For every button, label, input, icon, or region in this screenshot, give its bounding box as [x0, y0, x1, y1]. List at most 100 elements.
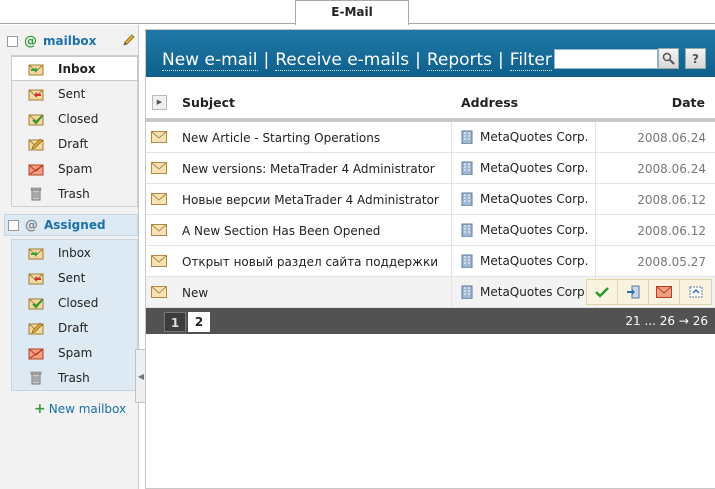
- move-message-button[interactable]: [618, 280, 649, 304]
- main-panel: New e-mail | Receive e-mails | Reports | Filte…: [145, 29, 715, 489]
- building-icon: [461, 254, 473, 268]
- tab-email[interactable]: E-Mail: [295, 0, 409, 25]
- mailbox-name: Assigned: [44, 218, 106, 232]
- table-row[interactable]: New Article - Starting Operations MetaQu…: [146, 122, 715, 153]
- building-icon: [461, 130, 473, 144]
- building-icon: [461, 285, 473, 299]
- search-icon: [662, 52, 675, 65]
- page-1-button[interactable]: 1: [164, 312, 186, 332]
- folder-closed[interactable]: Closed: [12, 106, 137, 131]
- draft-icon: [28, 322, 44, 334]
- tab-bar: E-Mail: [0, 0, 715, 25]
- closed-icon: [28, 298, 44, 309]
- folder-closed[interactable]: Closed: [12, 290, 137, 315]
- separator: |: [498, 50, 504, 70]
- envelope-icon: [151, 286, 167, 298]
- checkmark-icon: [595, 287, 609, 298]
- mailbox-header[interactable]: @ mailbox: [4, 30, 138, 52]
- inbox-icon: [28, 248, 44, 259]
- new-mailbox-link[interactable]: + New mailbox: [34, 401, 126, 417]
- envelope-icon: [151, 255, 167, 267]
- page-range: 21 ... 26 → 26: [625, 314, 708, 328]
- sidebar: @ mailbox Inbox Sent Closed Draft Spam T…: [0, 25, 139, 489]
- assign-icon: [689, 286, 702, 298]
- separator: |: [415, 50, 421, 70]
- message-list: New Article - Starting Operations MetaQu…: [146, 122, 715, 308]
- row-date: 2008.06.24: [637, 131, 706, 145]
- row-subject: Новые версии MetaTrader 4 Administrator: [182, 193, 439, 207]
- toolbar: New e-mail | Receive e-mails | Reports | Filte…: [146, 30, 715, 77]
- folder-draft[interactable]: Draft: [12, 131, 137, 156]
- table-row[interactable]: A New Section Has Been Opened MetaQuotes…: [146, 215, 715, 246]
- search-button[interactable]: [658, 48, 679, 69]
- row-date: 2008.05.27: [637, 255, 706, 269]
- trash-icon: [30, 187, 42, 200]
- table-row[interactable]: Новые версии MetaTrader 4 Administrator …: [146, 184, 715, 215]
- column-address[interactable]: Address: [461, 95, 518, 110]
- separator: |: [263, 50, 270, 70]
- envelope-icon: [151, 162, 167, 174]
- building-icon: [461, 192, 473, 206]
- inbox-icon: [28, 64, 44, 75]
- trash-icon: [30, 371, 42, 384]
- column-date[interactable]: Date: [672, 95, 705, 110]
- table-header: ▶ Subject Address Date: [146, 88, 715, 116]
- page-2-button[interactable]: 2: [188, 312, 210, 332]
- folder-spam[interactable]: Spam: [12, 156, 137, 181]
- row-address: MetaQuotes Corp.: [451, 246, 596, 276]
- help-button[interactable]: ?: [685, 48, 706, 69]
- folder-trash[interactable]: Trash: [12, 181, 137, 206]
- new-email-link[interactable]: New e-mail: [162, 50, 258, 71]
- table-row[interactable]: New versions: MetaTrader 4 Administrator…: [146, 153, 715, 184]
- draft-icon: [28, 138, 44, 150]
- mailbox-folders: Inbox Sent Closed Draft Spam Trash: [11, 55, 138, 207]
- chevron-left-icon: ◀: [137, 371, 145, 381]
- pencil-icon[interactable]: [122, 33, 136, 47]
- row-address: MetaQuotes Corp.: [451, 215, 596, 245]
- row-address: MetaQuotes Corp.: [451, 277, 596, 307]
- row-date: 2008.06.12: [637, 193, 706, 207]
- building-icon: [461, 161, 473, 175]
- row-address: MetaQuotes Corp.: [451, 122, 596, 152]
- closed-icon: [28, 114, 44, 125]
- envelope-icon: [151, 224, 167, 236]
- filter-link[interactable]: Filter: [509, 50, 552, 71]
- row-subject: Открыт новый раздел сайта поддержки: [182, 255, 438, 269]
- row-subject: New: [182, 286, 209, 300]
- folder-sent[interactable]: Sent: [12, 81, 137, 106]
- table-row[interactable]: Открыт новый раздел сайта поддержки Meta…: [146, 246, 715, 277]
- row-address: MetaQuotes Corp.: [451, 153, 596, 183]
- toolbar-links: New e-mail | Receive e-mails | Reports | Filte…: [162, 50, 552, 71]
- receive-emails-link[interactable]: Receive e-mails: [275, 50, 410, 71]
- row-actions: [586, 279, 712, 305]
- sent-icon: [28, 273, 44, 284]
- row-date: 2008.06.12: [637, 224, 706, 238]
- spam-message-button[interactable]: [649, 280, 680, 304]
- search-input[interactable]: [554, 49, 658, 69]
- row-subject: New versions: MetaTrader 4 Administrator: [182, 162, 435, 176]
- envelope-icon: [151, 193, 167, 205]
- row-subject: New Article - Starting Operations: [182, 131, 381, 145]
- folder-trash[interactable]: Trash: [12, 365, 137, 390]
- close-message-button[interactable]: [587, 280, 618, 304]
- assign-message-button[interactable]: [680, 280, 711, 304]
- collapse-toggle[interactable]: [7, 35, 18, 47]
- sent-icon: [28, 89, 44, 100]
- folder-sent[interactable]: Sent: [12, 265, 137, 290]
- table-row[interactable]: New MetaQuotes Corp.: [146, 277, 715, 308]
- reports-link[interactable]: Reports: [426, 50, 493, 71]
- folder-draft[interactable]: Draft: [12, 315, 137, 340]
- collapse-toggle[interactable]: [8, 219, 19, 231]
- folder-spam[interactable]: Spam: [12, 340, 137, 365]
- at-icon: @: [25, 217, 38, 233]
- expand-arrow-icon[interactable]: ▶: [152, 94, 167, 110]
- mailbox-header-assigned[interactable]: @ Assigned: [4, 214, 138, 236]
- row-date: 2008.06.24: [637, 162, 706, 176]
- folder-inbox[interactable]: Inbox: [12, 240, 137, 265]
- spam-icon: [656, 286, 672, 298]
- column-subject[interactable]: Subject: [182, 95, 235, 110]
- pagination: 1 2 21 ... 26 → 26: [146, 308, 715, 334]
- spam-icon: [28, 164, 44, 175]
- folder-inbox[interactable]: Inbox: [11, 56, 138, 81]
- building-icon: [461, 223, 473, 237]
